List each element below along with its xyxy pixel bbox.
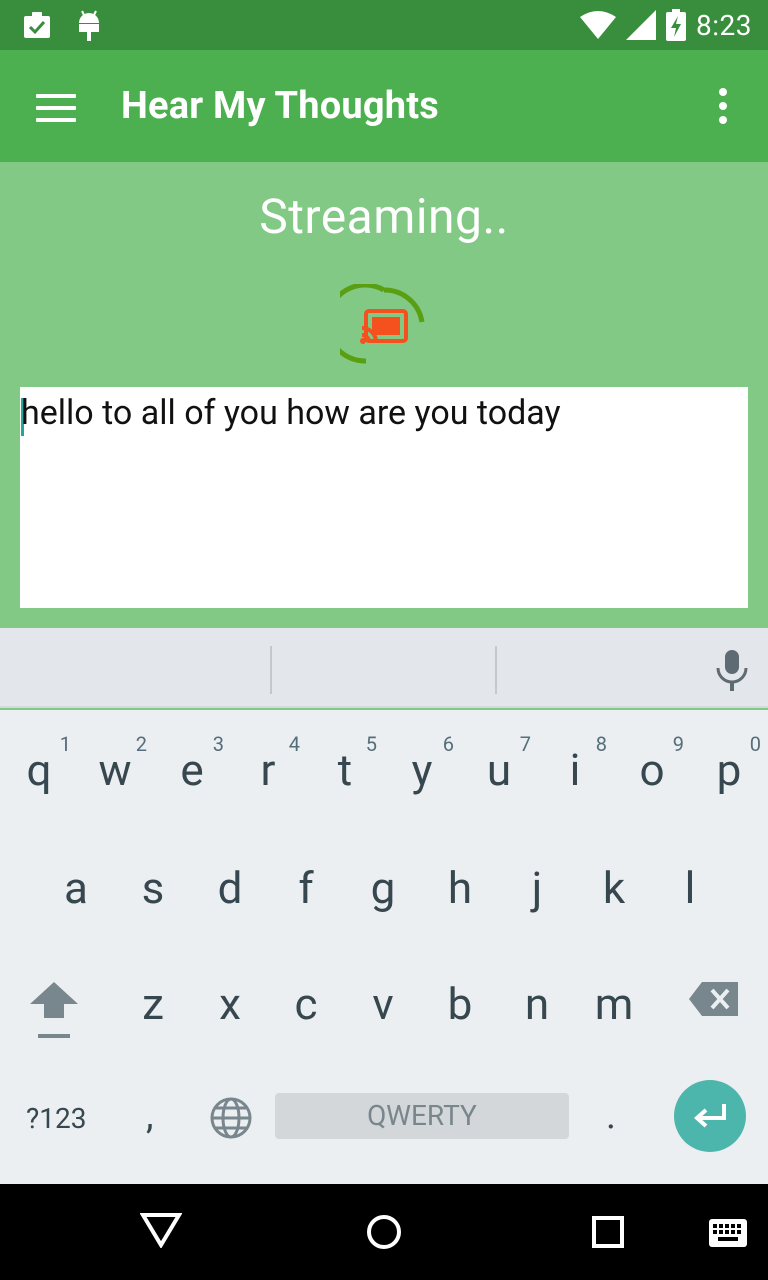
home-icon[interactable] xyxy=(366,1214,402,1250)
key-y[interactable]: y6 xyxy=(384,732,460,796)
streaming-status: Streaming.. xyxy=(259,188,509,245)
microphone-icon[interactable] xyxy=(714,648,750,692)
wifi-icon xyxy=(580,11,616,39)
key-r[interactable]: r4 xyxy=(230,732,306,796)
space-bar[interactable]: QWERTY xyxy=(275,1093,569,1139)
key-b[interactable]: b xyxy=(422,978,498,1030)
hamburger-menu-icon[interactable] xyxy=(36,94,76,122)
enter-icon xyxy=(693,1104,726,1128)
key-j[interactable]: j xyxy=(499,862,575,914)
key-n[interactable]: n xyxy=(499,978,575,1030)
keyboard-switch-icon[interactable] xyxy=(708,1218,748,1248)
key-p[interactable]: p0 xyxy=(691,732,767,796)
key-s[interactable]: s xyxy=(115,862,191,914)
android-icon xyxy=(79,10,99,41)
comma-key[interactable]: , xyxy=(146,1094,153,1138)
cast-connected-icon[interactable] xyxy=(324,282,428,372)
suggestion-divider xyxy=(495,646,497,694)
battery-charging-icon xyxy=(666,9,686,41)
key-d[interactable]: d xyxy=(192,862,268,914)
key-w[interactable]: w2 xyxy=(77,732,153,796)
app-bar: Hear My Thoughts xyxy=(0,50,768,162)
key-v[interactable]: v xyxy=(345,978,421,1030)
period-key[interactable]: . xyxy=(606,1094,616,1138)
clipboard-check-icon xyxy=(24,12,50,38)
key-o[interactable]: o9 xyxy=(614,732,690,796)
key-c[interactable]: c xyxy=(268,978,344,1030)
clock: 8:23 xyxy=(696,8,752,42)
key-t[interactable]: t5 xyxy=(307,732,383,796)
key-u[interactable]: u7 xyxy=(461,732,537,796)
key-f[interactable]: f xyxy=(268,862,344,914)
key-e[interactable]: e3 xyxy=(154,732,230,796)
status-bar: 8:23 xyxy=(0,0,768,50)
key-a[interactable]: a xyxy=(38,862,114,914)
recents-icon[interactable] xyxy=(592,1216,624,1248)
key-m[interactable]: m xyxy=(576,978,652,1030)
transcript-text: hello to all of you how are you today xyxy=(21,393,561,433)
suggestion-strip xyxy=(0,628,768,708)
app-title: Hear My Thoughts xyxy=(121,84,440,128)
symbols-key[interactable]: ?123 xyxy=(26,1102,86,1135)
transcript-textarea[interactable]: hello to all of you how are you today xyxy=(20,387,748,608)
key-z[interactable]: z xyxy=(115,978,191,1030)
suggestion-divider xyxy=(270,646,272,694)
key-q[interactable]: q1 xyxy=(1,732,77,796)
key-i[interactable]: i8 xyxy=(537,732,613,796)
backspace-icon[interactable] xyxy=(688,980,740,1018)
key-x[interactable]: x xyxy=(192,978,268,1030)
back-icon[interactable] xyxy=(140,1212,182,1248)
key-h[interactable]: h xyxy=(422,862,498,914)
shift-icon[interactable] xyxy=(26,978,82,1042)
key-l[interactable]: l xyxy=(652,862,728,914)
soft-keyboard: q1 w2 e3 r4 t5 y6 u7 i8 o9 p0 a s d f g … xyxy=(0,710,768,1184)
enter-button[interactable] xyxy=(674,1080,746,1152)
globe-icon[interactable] xyxy=(209,1096,253,1140)
navigation-bar xyxy=(0,1184,768,1280)
main-content: Streaming.. hello to all of you how are … xyxy=(0,162,768,628)
key-g[interactable]: g xyxy=(345,862,421,914)
signal-icon xyxy=(626,10,656,40)
key-k[interactable]: k xyxy=(576,862,652,914)
more-vert-icon[interactable] xyxy=(718,88,728,124)
